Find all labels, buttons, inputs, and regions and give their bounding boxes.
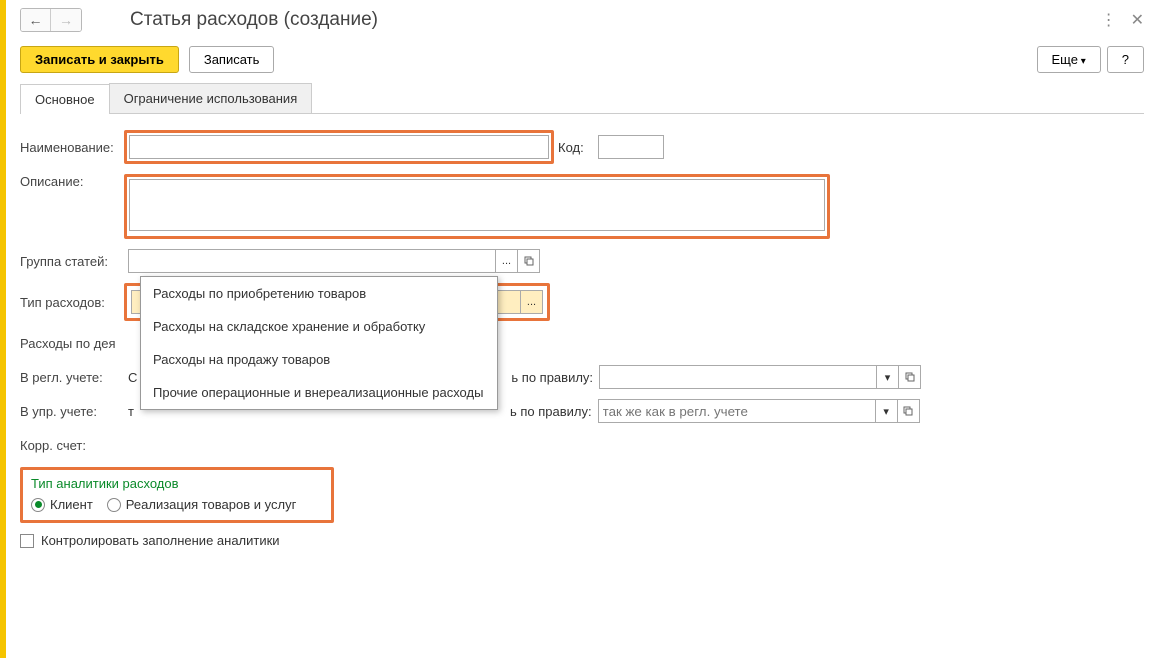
radio-realization-icon — [107, 498, 121, 512]
dropdown-item-2[interactable]: Расходы на складское хранение и обработк… — [141, 310, 497, 343]
code-label: Код: — [558, 140, 584, 155]
dropdown-item-3[interactable]: Расходы на продажу товаров — [141, 343, 497, 376]
dropdown-item-1[interactable]: Расходы по приобретению товаров — [141, 277, 497, 310]
type-label: Тип расходов: — [20, 295, 128, 310]
group-label: Группа статей: — [20, 254, 128, 269]
regl-value: С — [128, 370, 137, 385]
type-dropdown: Расходы по приобретению товаров Расходы … — [140, 276, 498, 410]
group-input[interactable] — [128, 249, 496, 273]
rule1-label: ь по правилу: — [511, 370, 593, 385]
rule1-open-icon[interactable] — [899, 365, 921, 389]
radio-client-label: Клиент — [50, 497, 93, 512]
control-checkbox[interactable] — [20, 534, 34, 548]
desc-label: Описание: — [20, 174, 128, 189]
radio-client[interactable]: Клиент — [31, 497, 93, 512]
radio-client-icon — [31, 498, 45, 512]
name-label: Наименование: — [20, 140, 128, 155]
close-icon[interactable]: ✕ — [1131, 10, 1144, 30]
upr-value: т — [128, 404, 134, 419]
save-close-button[interactable]: Записать и закрыть — [20, 46, 179, 73]
forward-button[interactable]: → — [51, 9, 81, 31]
more-menu-icon[interactable]: ⋮ — [1101, 10, 1117, 30]
tab-main[interactable]: Основное — [20, 84, 110, 114]
activity-label: Расходы по дея — [20, 336, 128, 351]
name-input[interactable] — [129, 135, 549, 159]
group-select-button[interactable]: ... — [496, 249, 518, 273]
rule1-dropdown-button[interactable]: ▾ — [877, 365, 899, 389]
radio-realization[interactable]: Реализация товаров и услуг — [107, 497, 297, 512]
nav-buttons: ← → — [20, 8, 82, 32]
rule2-label: ь по правилу: — [510, 404, 592, 419]
radio-realization-label: Реализация товаров и услуг — [126, 497, 297, 512]
upr-label: В упр. учете: — [20, 404, 128, 419]
korr-label: Корр. счет: — [20, 438, 128, 453]
desc-input[interactable] — [129, 179, 825, 231]
dropdown-item-4[interactable]: Прочие операционные и внереализационные … — [141, 376, 497, 409]
tab-restrict[interactable]: Ограничение использования — [109, 83, 313, 113]
group-open-icon[interactable] — [518, 249, 540, 273]
page-title: Статья расходов (создание) — [130, 9, 378, 31]
analytics-title: Тип аналитики расходов — [31, 476, 323, 491]
control-label: Контролировать заполнение аналитики — [41, 533, 280, 548]
rule1-input[interactable] — [599, 365, 877, 389]
more-button[interactable]: Еще — [1037, 46, 1101, 73]
rule2-input[interactable] — [598, 399, 876, 423]
back-button[interactable]: ← — [21, 9, 51, 31]
code-input[interactable] — [598, 135, 664, 159]
rule2-open-icon[interactable] — [898, 399, 920, 423]
save-button[interactable]: Записать — [189, 46, 275, 73]
help-button[interactable]: ? — [1107, 46, 1144, 73]
rule2-dropdown-button[interactable]: ▾ — [876, 399, 898, 423]
type-select-button[interactable]: ... — [521, 290, 543, 314]
regl-label: В регл. учете: — [20, 370, 128, 385]
